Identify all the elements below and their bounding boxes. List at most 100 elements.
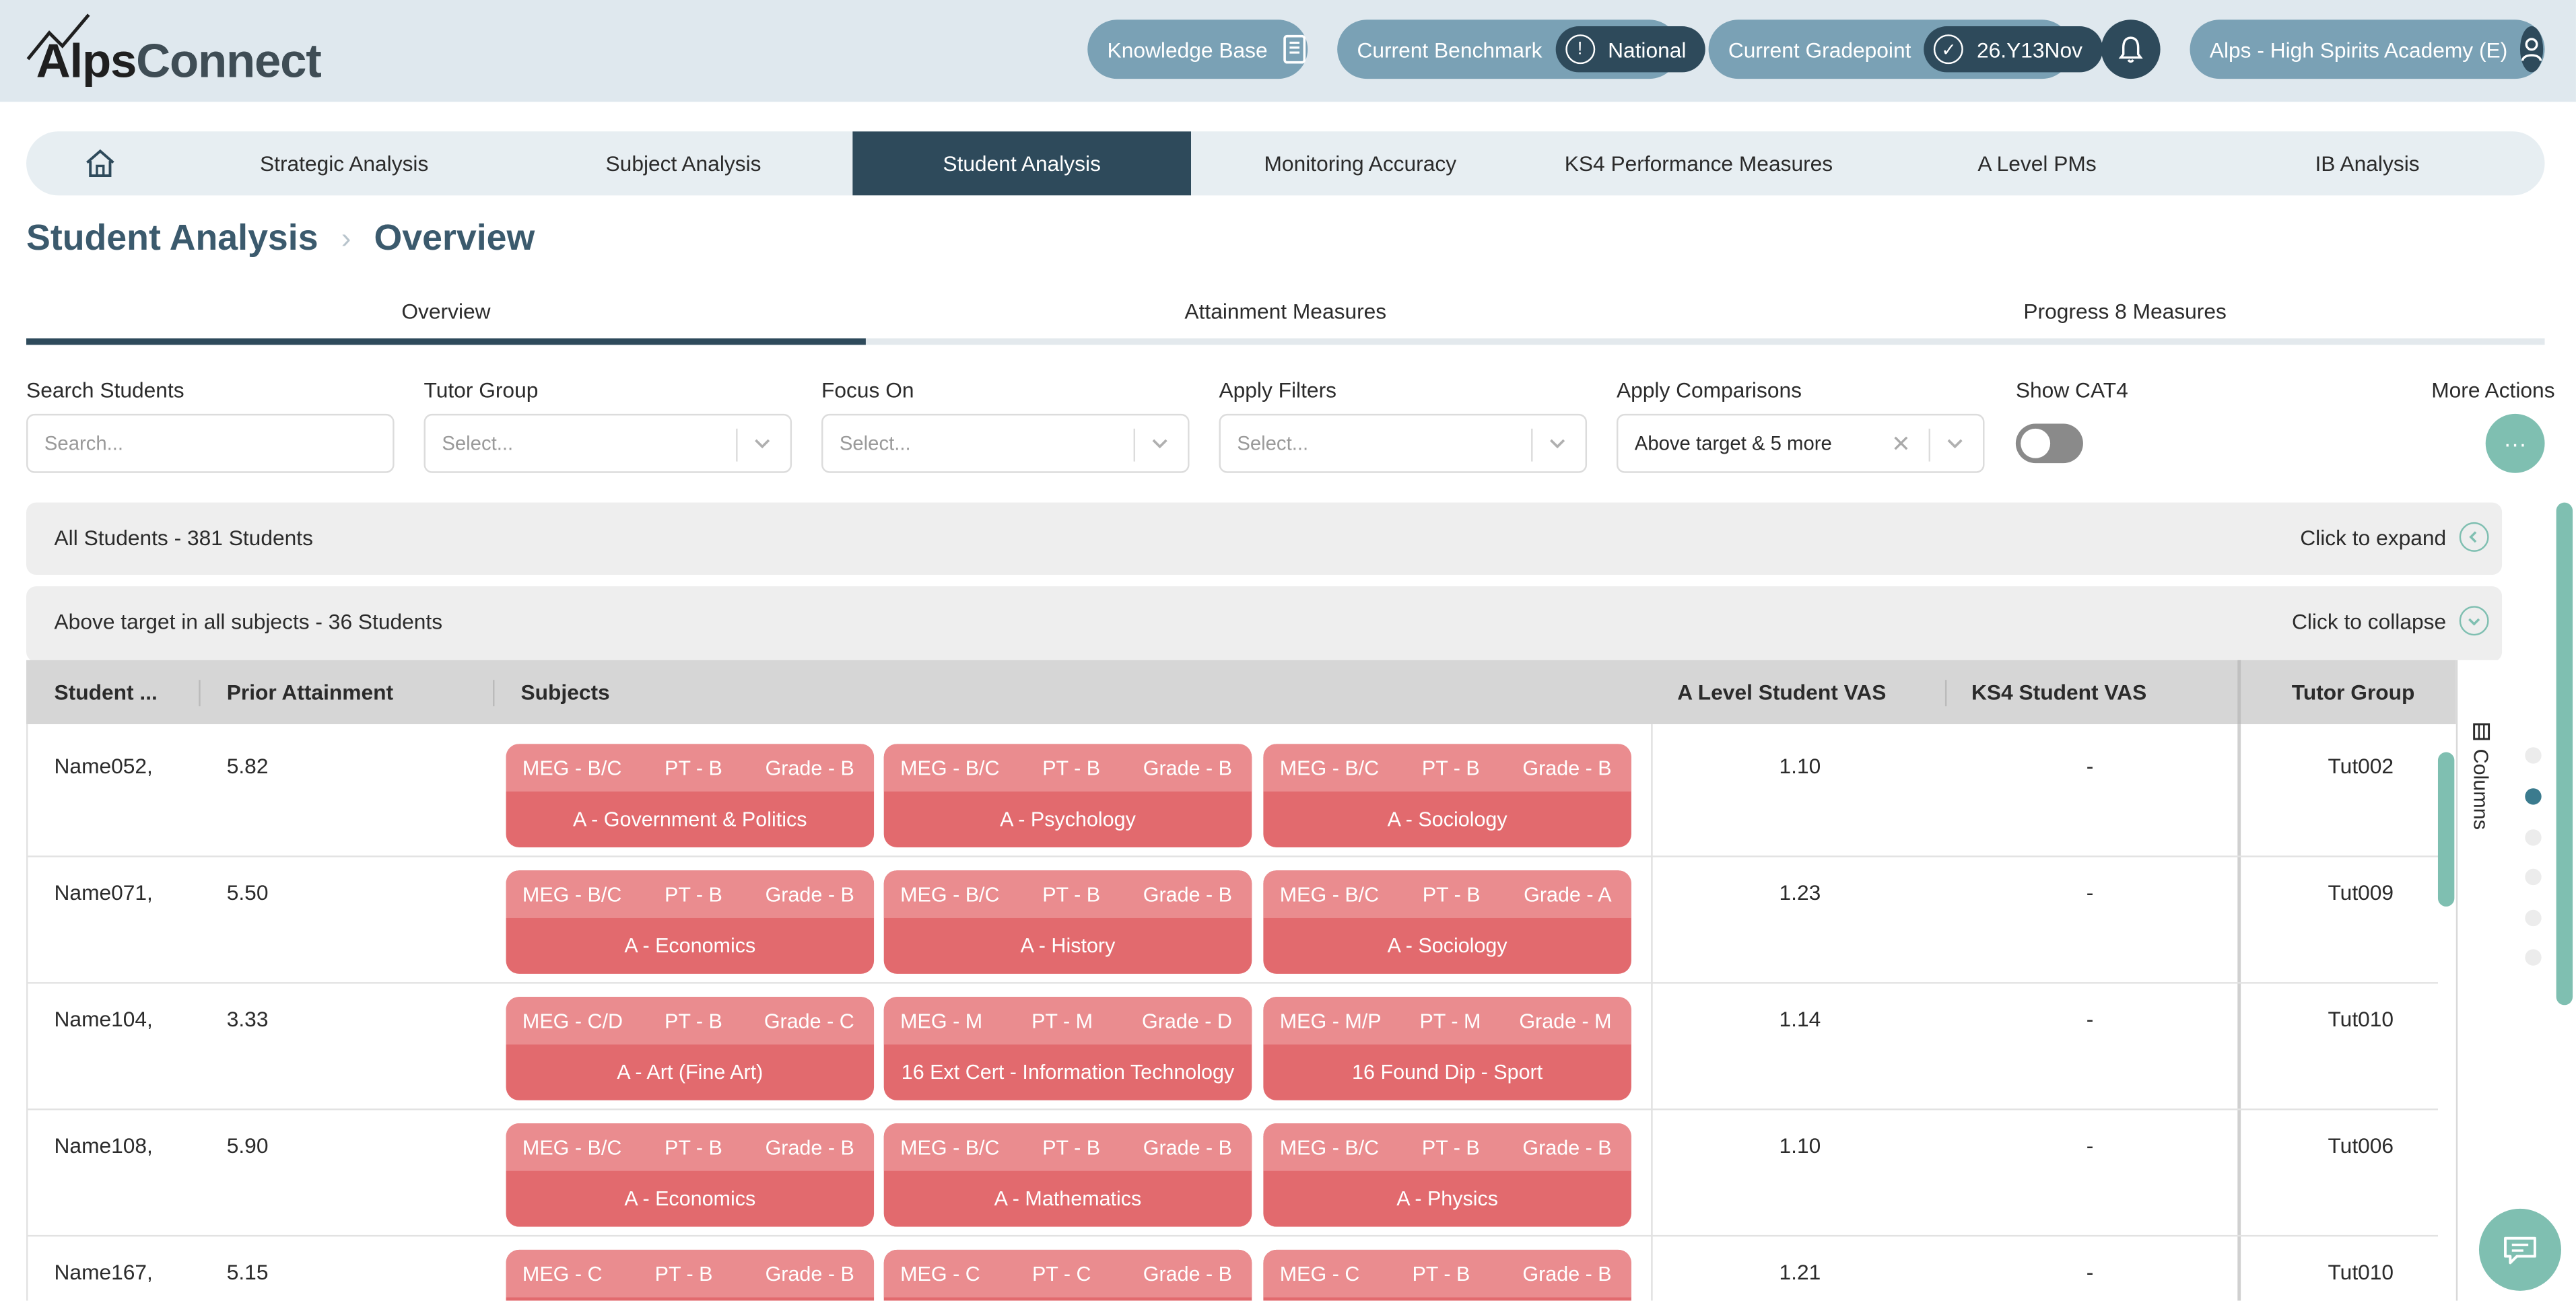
apply-filters-select[interactable]: Select... <box>1219 413 1588 473</box>
nav-strategic-analysis[interactable]: Strategic Analysis <box>174 131 514 195</box>
grade-value: Grade - B <box>1143 1135 1232 1159</box>
search-students-input[interactable]: Search... <box>26 413 395 473</box>
notifications-button[interactable] <box>2101 20 2161 79</box>
subject-card[interactable]: MEG - B/C PT - B Grade - B A - Psychology <box>883 744 1252 848</box>
chevron-down-icon <box>1152 439 1167 449</box>
subject-card[interactable]: MEG - M PT - M Grade - D 16 Ext Cert - Inf… <box>883 997 1252 1100</box>
group-all-students[interactable]: All Students - 381 Students Click to exp… <box>26 502 2503 575</box>
grade-value: Grade - B <box>1522 1135 1612 1159</box>
subject-card[interactable]: MEG - B/C PT - B Grade - B A - History <box>883 870 1252 974</box>
subject-name <box>506 1298 875 1301</box>
subject-card[interactable]: MEG - C PT - B Grade - B <box>506 1249 875 1301</box>
collapse-control[interactable]: Click to collapse <box>2291 606 2489 636</box>
subject-card[interactable]: MEG - B/C PT - B Grade - B A - Physics <box>1263 1123 1631 1227</box>
gradepoint-value-chip[interactable]: ✓ 26.Y13Nov <box>1924 26 2103 73</box>
columns-panel-toggle[interactable]: Columns <box>2469 723 2492 830</box>
tab-attainment-measures[interactable]: Attainment Measures <box>866 283 1705 339</box>
tab-overview[interactable]: Overview <box>26 283 866 345</box>
group-title: All Students - 381 Students <box>54 525 313 551</box>
section-dot[interactable] <box>2525 868 2542 886</box>
apply-comparisons-select[interactable]: Above target & 5 more ✕ <box>1616 413 1985 473</box>
show-cat4-toggle[interactable] <box>2015 423 2083 464</box>
subject-card[interactable]: MEG - B/C PT - B Grade - B A - Economics <box>506 870 875 974</box>
knowledge-base-button[interactable]: Knowledge Base <box>1087 20 1308 79</box>
nav-a-level-pms[interactable]: A Level PMs <box>1868 131 2206 195</box>
apply-filters-placeholder: Select... <box>1237 431 1309 455</box>
grade-value: Grade - D <box>1142 1009 1232 1032</box>
col-a-level-vas[interactable]: A Level Student VAS <box>1677 660 1886 724</box>
meg-value: MEG - B/C <box>900 1135 1000 1159</box>
subject-card[interactable]: MEG - C PT - B Grade - B <box>1263 1249 1631 1301</box>
subject-card[interactable]: MEG - B/C PT - B Grade - A A - Sociology <box>1263 870 1631 974</box>
current-benchmark-pill[interactable]: Current Benchmark ! National <box>1337 20 1706 79</box>
subject-card[interactable]: MEG - B/C PT - B Grade - B A - Government … <box>506 744 875 848</box>
table-row[interactable]: Name052, 5.82 MEG - B/C PT - B Grade - B A… <box>28 731 2438 857</box>
clear-icon[interactable]: ✕ <box>1891 430 1911 458</box>
select-divider <box>736 428 738 462</box>
nav-subject-analysis[interactable]: Subject Analysis <box>514 131 853 195</box>
grade-value: Grade - B <box>1143 1262 1232 1286</box>
grade-value: Grade - M <box>1519 1009 1612 1032</box>
col-ks4-vas[interactable]: KS4 Student VAS <box>1971 660 2146 724</box>
col-student[interactable]: Student ... <box>55 660 158 724</box>
nav-student-analysis[interactable]: Student Analysis <box>852 131 1191 196</box>
subject-card[interactable]: MEG - B/C PT - B Grade - B A - Sociology <box>1263 744 1631 848</box>
chevron-right-icon: › <box>341 221 351 254</box>
group-above-target[interactable]: Above target in all subjects - 36 Studen… <box>26 586 2503 662</box>
current-gradepoint-pill[interactable]: Current Gradepoint ✓ 26.Y13Nov <box>1708 20 2103 79</box>
show-cat4-label: Show CAT4 <box>2015 378 2128 402</box>
subject-name <box>884 1298 1252 1301</box>
focus-on-select[interactable]: Select... <box>821 413 1190 473</box>
expand-control[interactable]: Click to expand <box>2300 522 2489 552</box>
alps-connect-logo[interactable]: AlpsConnect <box>26 13 322 89</box>
table-scrollbar[interactable] <box>2437 752 2455 907</box>
ellipsis-icon: ··· <box>2503 430 2527 457</box>
student-name[interactable]: Name071, <box>55 880 153 905</box>
pt-value: PT - B <box>665 756 722 779</box>
table-row[interactable]: Name071, 5.50 MEG - B/C PT - B Grade - B A… <box>28 857 2438 984</box>
apply-comparisons-value: Above target & 5 more <box>1634 431 1832 455</box>
table-row[interactable]: Name104, 3.33 MEG - C/D PT - B Grade - C A… <box>28 984 2438 1111</box>
group-title: Above target in all subjects - 36 Studen… <box>54 609 443 634</box>
home-nav-button[interactable] <box>26 131 174 195</box>
subject-name: A - Economics <box>624 934 756 958</box>
tutor-group-select[interactable]: Select... <box>423 413 792 473</box>
more-actions-button[interactable]: ··· <box>2485 413 2545 473</box>
grade-value: Grade - C <box>764 1009 854 1032</box>
nav-ib-analysis[interactable]: IB Analysis <box>2206 131 2528 195</box>
subject-card[interactable]: MEG - C/D PT - B Grade - C A - Art (Fine A… <box>506 997 875 1100</box>
section-dot[interactable] <box>2525 949 2542 966</box>
meg-value: MEG - B/C <box>1279 756 1380 779</box>
subject-card[interactable]: MEG - B/C PT - B Grade - B A - Economics <box>506 1123 875 1227</box>
focus-on-placeholder: Select... <box>839 431 911 455</box>
page-scrollbar[interactable] <box>2556 502 2573 1006</box>
section-dot-active[interactable] <box>2525 788 2542 805</box>
col-subjects[interactable]: Subjects <box>520 660 609 724</box>
collapse-label: Click to collapse <box>2291 608 2447 633</box>
col-prior-attainment[interactable]: Prior Attainment <box>227 660 393 724</box>
table-row[interactable]: Name108, 5.90 MEG - B/C PT - B Grade - B A… <box>28 1110 2438 1237</box>
nav-monitoring-accuracy[interactable]: Monitoring Accuracy <box>1191 131 1530 195</box>
tab-progress-8-measures[interactable]: Progress 8 Measures <box>1705 283 2545 339</box>
student-name[interactable]: Name104, <box>55 1007 153 1032</box>
benchmark-value-chip[interactable]: ! National <box>1555 26 1706 73</box>
nav-ks4-performance-measures[interactable]: KS4 Performance Measures <box>1530 131 1868 195</box>
pt-value: PT - B <box>1422 882 1481 906</box>
col-tutor-group[interactable]: Tutor Group <box>2292 660 2415 724</box>
student-name[interactable]: Name052, <box>55 754 153 779</box>
table-row[interactable]: Name167, 5.15 MEG - C PT - B Grade - B MEG… <box>28 1236 2437 1301</box>
section-dot[interactable] <box>2525 829 2542 846</box>
student-name[interactable]: Name108, <box>55 1133 153 1158</box>
chat-button[interactable] <box>2478 1208 2561 1291</box>
section-dot[interactable] <box>2525 747 2542 764</box>
school-account-pill[interactable]: Alps - High Spirits Academy (E) <box>2190 20 2545 79</box>
meg-value: MEG - B/C <box>522 1135 622 1159</box>
subject-card[interactable]: MEG - B/C PT - B Grade - B A - Mathematics <box>883 1123 1252 1227</box>
breadcrumb-section[interactable]: Student Analysis <box>26 217 318 259</box>
student-name[interactable]: Name167, <box>55 1259 153 1284</box>
subject-card[interactable]: MEG - C PT - C Grade - B <box>883 1249 1252 1301</box>
section-dot[interactable] <box>2525 909 2542 927</box>
pt-value: PT - B <box>665 1135 722 1159</box>
subject-card[interactable]: MEG - M/P PT - M Grade - M 16 Found Dip - … <box>1263 997 1631 1100</box>
main-nav: Strategic Analysis Subject Analysis Stud… <box>26 131 2545 196</box>
